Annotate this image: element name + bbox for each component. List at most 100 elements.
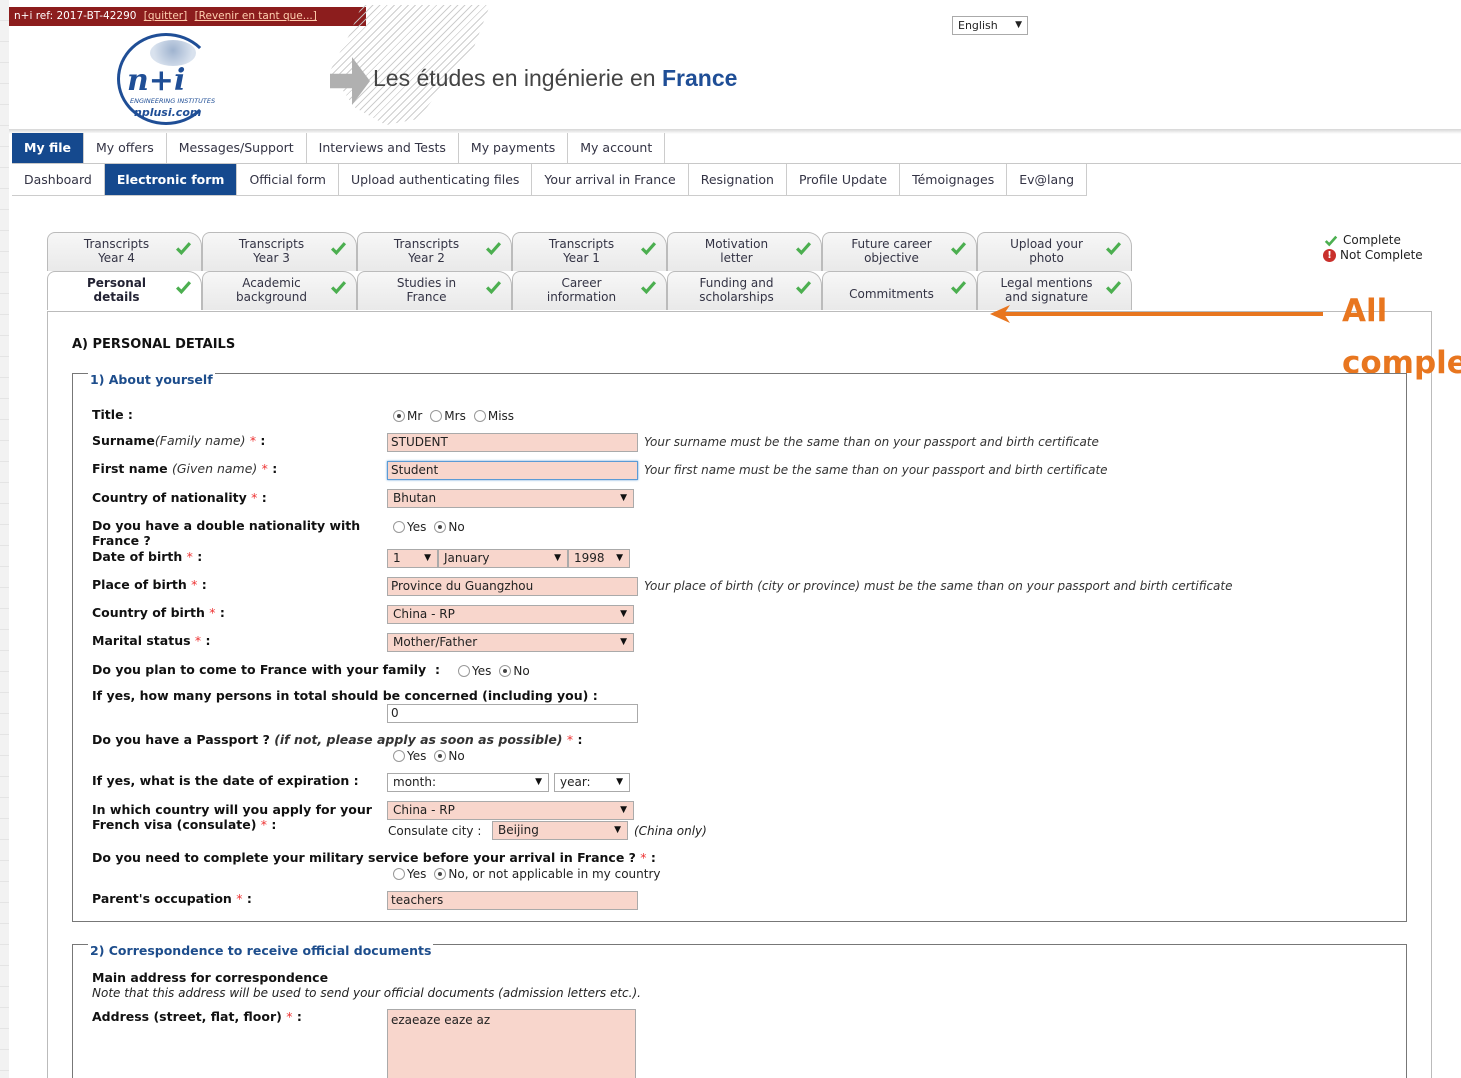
colon: :	[246, 891, 252, 906]
tab-future-career[interactable]: Future career objective	[822, 232, 977, 271]
surname-hint: Your surname must be the same than on yo…	[644, 435, 1099, 449]
visa-label: In which country will you apply for your…	[92, 802, 372, 832]
colon: :	[219, 605, 225, 620]
annotation-line1: All	[1342, 293, 1388, 329]
family-yes[interactable]: Yes	[458, 664, 491, 678]
dob-day-select[interactable]: 1 ▼	[387, 549, 438, 568]
tab-label: Future career	[851, 237, 932, 251]
option-label: Yes	[407, 749, 427, 763]
pob-input[interactable]: Province du Guangzhou	[387, 577, 638, 596]
cob-select[interactable]: China - RP ▼	[387, 605, 634, 624]
required-mark: *	[640, 850, 647, 865]
tab-funding[interactable]: Funding and scholarships	[667, 271, 822, 310]
tab-transcripts-year3[interactable]: Transcripts Year 3	[202, 232, 357, 271]
passport-yes[interactable]: Yes	[393, 749, 426, 763]
quit-link[interactable]: [quitter]	[144, 10, 187, 22]
main-nav-my-offers[interactable]: My offers	[83, 133, 167, 163]
check-icon	[795, 242, 812, 256]
surname-input[interactable]: STUDENT	[387, 433, 638, 452]
dob-month-select[interactable]: January ▼	[438, 549, 568, 568]
dob-year-select[interactable]: 1998 ▼	[568, 549, 630, 568]
chevron-down-icon: ▼	[614, 825, 621, 835]
sub-nav-electronic-form[interactable]: Electronic form	[104, 164, 238, 196]
sub-nav-upload-files[interactable]: Upload authenticating files	[338, 164, 533, 196]
tab-label: Academic	[242, 276, 301, 290]
military-no[interactable]: No, or not applicable in my country	[434, 867, 660, 881]
main-nav-payments[interactable]: My payments	[458, 133, 569, 163]
required-mark: *	[249, 433, 257, 448]
tab-transcripts-year4[interactable]: Transcripts Year 4	[47, 232, 202, 271]
select-value: 1998	[574, 551, 605, 565]
check-icon	[485, 242, 502, 256]
title-option-mr[interactable]: Mr	[393, 409, 422, 423]
select-value: January	[444, 551, 490, 565]
revert-link[interactable]: [Revenir en tant que...]	[195, 10, 317, 22]
logo-text: n+i	[127, 63, 186, 98]
logo-url: nplusi.com	[134, 106, 202, 119]
check-icon	[640, 281, 657, 295]
tab-academic-background[interactable]: Academic background	[202, 271, 357, 310]
chevron-down-icon: ▼	[424, 553, 431, 563]
tab-label: background	[236, 290, 307, 304]
left-gutter	[0, 0, 9, 1078]
family-no[interactable]: No	[499, 664, 530, 678]
tab-commitments[interactable]: Commitments	[822, 271, 977, 310]
military-yes[interactable]: Yes	[393, 867, 426, 881]
nationality-select[interactable]: Bhutan ▼	[387, 489, 634, 508]
chevron-down-icon: ▼	[620, 637, 627, 647]
sub-nav-evalang[interactable]: Ev@lang	[1007, 164, 1088, 196]
main-nav-interviews[interactable]: Interviews and Tests	[306, 133, 459, 163]
label-text: Do you have a Passport ?	[92, 732, 270, 747]
sub-nav-resignation[interactable]: Resignation	[688, 164, 787, 196]
main-address-note: Note that this address will be used to s…	[92, 986, 641, 1000]
passport-no[interactable]: No	[434, 749, 465, 763]
tab-legal-mentions[interactable]: Legal mentions and signature	[977, 271, 1132, 310]
tab-studies-in-france[interactable]: Studies in France	[357, 271, 512, 310]
radio-icon	[458, 665, 470, 677]
firstname-input[interactable]: Student	[387, 461, 638, 480]
sub-nav-official-form[interactable]: Official form	[237, 164, 339, 196]
title-option-mrs[interactable]: Mrs	[430, 409, 466, 423]
label-text: France ?	[92, 533, 151, 548]
option-label: No	[513, 664, 530, 678]
sub-nav-dashboard[interactable]: Dashboard	[12, 164, 105, 196]
tab-upload-photo[interactable]: Upload your photo	[977, 232, 1132, 271]
visa-country-select[interactable]: China - RP ▼	[387, 801, 634, 820]
main-nav-messages[interactable]: Messages/Support	[166, 133, 307, 163]
sub-nav-temoignages[interactable]: Témoignages	[900, 164, 1008, 196]
consulate-city-select[interactable]: Beijing ▼	[492, 821, 628, 840]
required-mark: *	[236, 891, 243, 906]
title-option-miss[interactable]: Miss	[473, 409, 515, 423]
sub-nav-profile-update[interactable]: Profile Update	[786, 164, 901, 196]
parent-occupation-input[interactable]: teachers	[387, 891, 638, 910]
main-nav-my-file[interactable]: My file	[12, 133, 84, 163]
address-textarea[interactable]: ezaeaze eaze az	[387, 1009, 636, 1078]
tab-transcripts-year1[interactable]: Transcripts Year 1	[512, 232, 667, 271]
language-select[interactable]: English ▼	[952, 16, 1028, 35]
tab-motivation-letter[interactable]: Motivation letter	[667, 232, 822, 271]
persons-input[interactable]: 0	[387, 704, 638, 723]
double-nationality-yes[interactable]: Yes	[393, 520, 426, 534]
tab-career-information[interactable]: Career information	[512, 271, 667, 310]
title-radio-group: Mr Mrs Miss	[393, 409, 522, 423]
select-value: Bhutan	[393, 491, 437, 505]
colon: :	[650, 850, 656, 865]
main-nav-account[interactable]: My account	[568, 133, 666, 163]
main-nav: My file My offers Messages/Support Inter…	[12, 133, 1461, 164]
colon: :	[261, 490, 267, 505]
option-label: Miss	[487, 409, 515, 423]
expiration-month-select[interactable]: month: ▼	[387, 773, 549, 792]
tab-transcripts-year2[interactable]: Transcripts Year 2	[357, 232, 512, 271]
option-label: No	[448, 520, 465, 534]
firstname-label: First name (Given name) * :	[92, 461, 277, 476]
select-value: month:	[393, 775, 436, 789]
chevron-down-icon: ▼	[616, 553, 623, 563]
expiration-year-select[interactable]: year: ▼	[554, 773, 630, 792]
marital-select[interactable]: Mother/Father ▼	[387, 633, 634, 652]
military-radio-group: Yes No, or not applicable in my country	[393, 867, 668, 881]
tab-personal-details[interactable]: Personal details	[47, 271, 202, 310]
sub-nav-arrival[interactable]: Your arrival in France	[532, 164, 689, 196]
double-nationality-no[interactable]: No	[434, 520, 465, 534]
option-label: No	[448, 749, 465, 763]
select-value: China - RP	[393, 607, 455, 621]
